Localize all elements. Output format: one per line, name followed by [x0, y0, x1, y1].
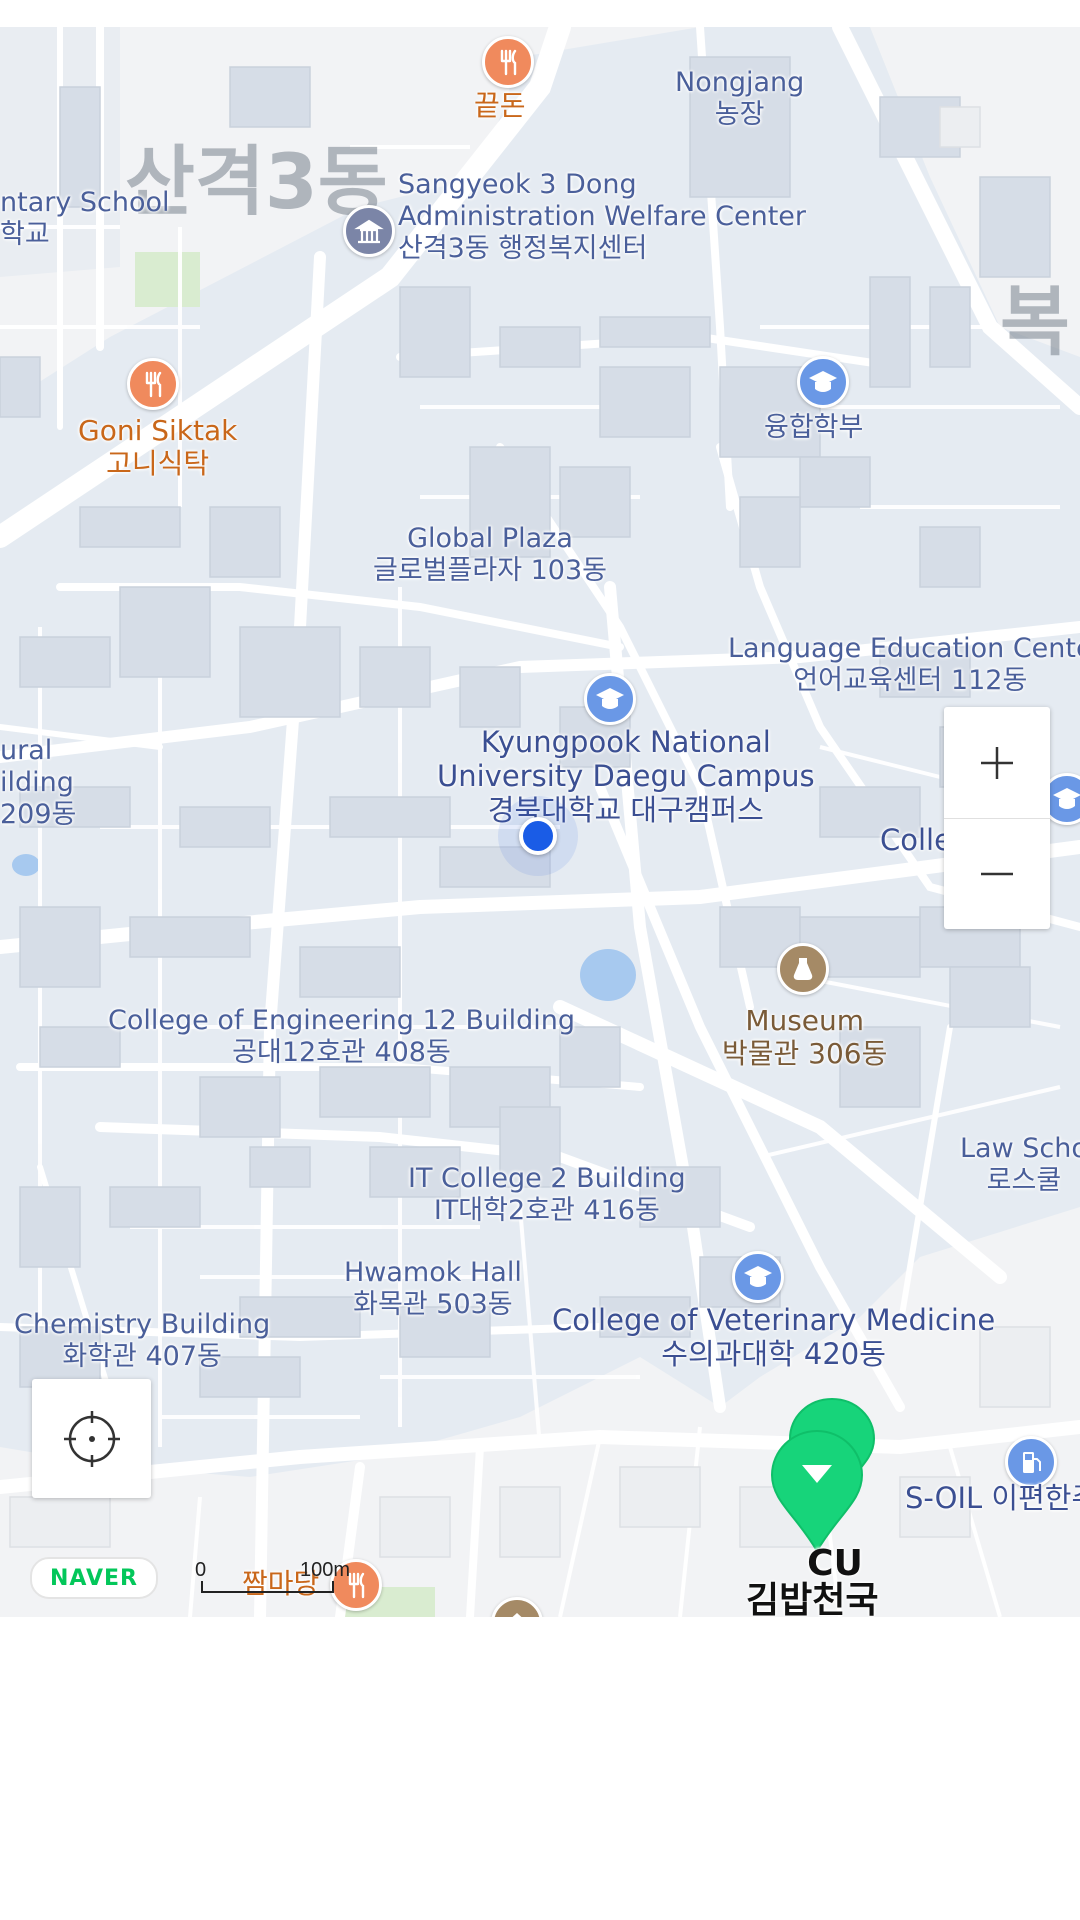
label-goni-siktak[interactable]: Goni Siktak 고니식탁: [78, 414, 237, 480]
label-sangyeok-center[interactable]: Sangyeok 3 Dong Administration Welfare Ce…: [398, 169, 806, 265]
label-elementary-school[interactable]: ntary School 학교: [0, 187, 170, 251]
house-icon[interactable]: [491, 1597, 543, 1617]
minus-icon: [981, 872, 1013, 875]
label-college-right[interactable]: Colle: [880, 823, 952, 857]
current-location-button[interactable]: [32, 1379, 151, 1498]
restaurant-icon[interactable]: [482, 36, 534, 88]
label-engineering-building[interactable]: College of Engineering 12 Building 공대12호관…: [108, 1005, 575, 1069]
zoom-in-button[interactable]: [944, 707, 1050, 818]
map-view[interactable]: 산격3동 복 Nongjang 농장 끝돈 Sangyeok 3 Dong Admi…: [0, 27, 1080, 1617]
label-law-school[interactable]: Law Scho 로스쿨: [960, 1133, 1080, 1197]
label-rural-building[interactable]: ural ilding 209동: [0, 735, 76, 831]
education-icon[interactable]: [797, 356, 849, 408]
label-language-center[interactable]: Language Education Cente 언어교육센터 112동: [728, 633, 1080, 697]
education-icon[interactable]: [732, 1251, 784, 1303]
crosshair-icon: [63, 1410, 120, 1467]
label-hwamok-hall[interactable]: Hwamok Hall 화목관 503동: [344, 1257, 522, 1321]
education-icon[interactable]: [584, 673, 636, 725]
restaurant-icon[interactable]: [127, 358, 179, 410]
current-location-dot: [519, 817, 557, 855]
label-nongjang[interactable]: Nongjang 농장: [675, 67, 804, 131]
label-yunghap[interactable]: 융합학부: [764, 412, 863, 444]
label-museum[interactable]: Museum 박물관 306동: [722, 1004, 887, 1070]
naver-logo: NAVER: [30, 1557, 158, 1599]
label-veterinary-medicine[interactable]: College of Veterinary Medicine 수의과대학 420동: [552, 1303, 995, 1371]
label-kimbap-cheonguk[interactable]: 김밥천국: [746, 1580, 878, 1617]
label-soil-station[interactable]: S-OIL 이편한주: [905, 1481, 1080, 1515]
zoom-control: [944, 707, 1050, 929]
museum-icon[interactable]: [777, 943, 829, 995]
label-kyungpook-university[interactable]: Kyungpook National University Daegu Campu…: [437, 725, 815, 828]
plus-icon: [981, 746, 1013, 779]
government-icon[interactable]: [343, 205, 395, 257]
scale-line: [201, 1581, 334, 1593]
label-global-plaza[interactable]: Global Plaza 글로벌플라자 103동: [373, 523, 607, 587]
district-label-partial: 복: [1000, 277, 1070, 366]
label-chemistry-building[interactable]: Chemistry Building 화학관 407동: [14, 1309, 270, 1373]
label-kkeutdon[interactable]: 끝돈: [474, 89, 526, 122]
zoom-out-button[interactable]: [944, 818, 1050, 929]
label-it-college[interactable]: IT College 2 Building IT대학2호관 416동: [408, 1163, 686, 1227]
scale-bar: 0 100m: [195, 1559, 350, 1599]
